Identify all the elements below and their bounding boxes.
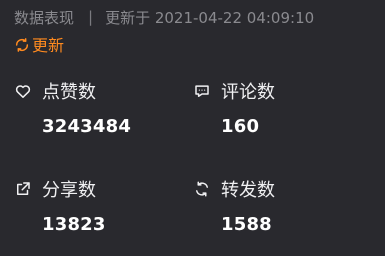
update-button-label: 更新	[32, 36, 65, 55]
last-updated-text: 更新于 2021-04-22 04:09:10	[105, 8, 315, 27]
metric-value: 1588	[221, 214, 272, 235]
update-button[interactable]: 更新	[14, 32, 64, 56]
metric-comments: 评论数 160	[193, 80, 353, 136]
refresh-icon	[15, 37, 29, 52]
metric-shares: 分享数 13823	[14, 178, 174, 234]
comment-icon	[195, 85, 209, 97]
heart-icon	[15, 85, 31, 98]
metric-reposts: 转发数 1588	[193, 178, 353, 234]
metric-label: 分享数	[42, 180, 96, 201]
metric-value: 3243484	[42, 116, 132, 137]
metric-value: 160	[221, 116, 260, 137]
stats-header: 数据表现 | 更新于 2021-04-22 04:09:10	[14, 6, 314, 28]
metric-likes: 点赞数 3243484	[14, 80, 174, 136]
metric-value: 13823	[42, 214, 106, 235]
section-title: 数据表现	[14, 8, 75, 27]
metric-label: 转发数	[221, 180, 275, 201]
metric-label: 点赞数	[42, 82, 96, 103]
share-icon	[17, 182, 30, 195]
metric-label: 评论数	[221, 82, 275, 103]
repost-icon	[196, 181, 208, 197]
stats-panel: 数据表现 | 更新于 2021-04-22 04:09:10 更新 点赞数 32…	[0, 0, 385, 256]
header-separator: |	[88, 8, 94, 26]
